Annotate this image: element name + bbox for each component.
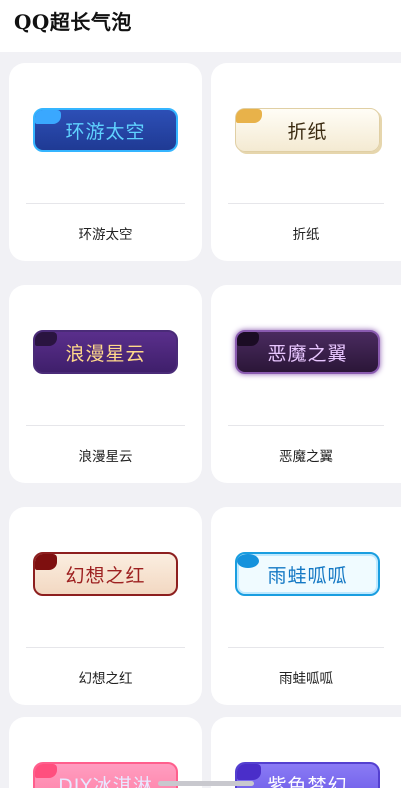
divider bbox=[26, 425, 185, 426]
bubble-name: 恶魔之翼 bbox=[279, 449, 333, 465]
bubble-card-diy-ice-cream[interactable]: DIY冰淇淋 bbox=[9, 717, 202, 788]
chat-bubble: 幻想之红 bbox=[33, 552, 178, 596]
bubble-card-origami[interactable]: 折纸 折纸 bbox=[211, 63, 401, 261]
bubble-preview: 环游太空 bbox=[33, 108, 178, 158]
bubble-name: 幻想之红 bbox=[78, 671, 133, 687]
bubble-name: 浪漫星云 bbox=[78, 449, 133, 465]
divider bbox=[228, 425, 384, 426]
chat-bubble: 雨蛙呱呱 bbox=[235, 552, 380, 596]
bubble-corner-decoration bbox=[237, 332, 259, 346]
bubble-text: 浪漫星云 bbox=[65, 342, 146, 365]
chat-bubble: 折纸 bbox=[235, 108, 380, 152]
bubble-preview: 折纸 bbox=[235, 108, 380, 158]
bubble-corner-decoration bbox=[35, 332, 57, 346]
bubble-preview: 幻想之红 bbox=[33, 552, 178, 602]
bubble-card-fantasy-red[interactable]: 幻想之红 幻想之红 bbox=[9, 507, 202, 705]
page-title: QQ超长气泡 bbox=[14, 10, 132, 34]
bubble-corner-decoration bbox=[236, 109, 262, 123]
divider bbox=[228, 203, 384, 204]
divider bbox=[26, 647, 185, 648]
bubble-text: 雨蛙呱呱 bbox=[267, 564, 348, 587]
home-indicator[interactable] bbox=[158, 781, 254, 786]
bubble-preview: 恶魔之翼 bbox=[235, 330, 380, 380]
bubble-text: 紫色梦幻 bbox=[267, 774, 348, 788]
bubble-card-devil-wings[interactable]: 恶魔之翼 恶魔之翼 bbox=[211, 285, 401, 483]
bubble-card-purple-dream[interactable]: 紫色梦幻 bbox=[211, 717, 401, 788]
bubble-corner-decoration bbox=[35, 554, 57, 570]
bubble-corner-decoration bbox=[35, 110, 61, 124]
bubble-corner-decoration bbox=[237, 554, 259, 568]
chat-bubble: 紫色梦幻 bbox=[235, 762, 380, 788]
chat-bubble: 恶魔之翼 bbox=[235, 330, 380, 374]
bubble-name: 环游太空 bbox=[78, 227, 133, 243]
bubble-text: 恶魔之翼 bbox=[267, 342, 348, 365]
bubble-card-space-travel[interactable]: 环游太空 环游太空 bbox=[9, 63, 202, 261]
bubble-card-romantic-nebula[interactable]: 浪漫星云 浪漫星云 bbox=[9, 285, 202, 483]
bubble-preview: 紫色梦幻 bbox=[235, 762, 380, 788]
bubble-preview: 浪漫星云 bbox=[33, 330, 178, 380]
divider bbox=[228, 647, 384, 648]
bubble-preview: DIY冰淇淋 bbox=[33, 762, 178, 788]
bubble-text: 环游太空 bbox=[65, 120, 146, 143]
bubble-corner-decoration bbox=[35, 764, 57, 778]
bubble-card-rain-frog[interactable]: 雨蛙呱呱 雨蛙呱呱 bbox=[211, 507, 401, 705]
bubble-name: 雨蛙呱呱 bbox=[279, 671, 333, 687]
chat-bubble: DIY冰淇淋 bbox=[33, 762, 178, 788]
bubble-text: 折纸 bbox=[287, 120, 328, 143]
bubble-name: 折纸 bbox=[292, 227, 320, 243]
bubble-text: DIY冰淇淋 bbox=[58, 774, 153, 788]
app-header: QQ超长气泡 bbox=[0, 0, 401, 52]
bubble-corner-decoration bbox=[237, 764, 261, 780]
chat-bubble: 浪漫星云 bbox=[33, 330, 178, 374]
divider bbox=[26, 203, 185, 204]
bubble-preview: 雨蛙呱呱 bbox=[235, 552, 380, 602]
chat-bubble: 环游太空 bbox=[33, 108, 178, 152]
bubble-text: 幻想之红 bbox=[65, 564, 146, 587]
